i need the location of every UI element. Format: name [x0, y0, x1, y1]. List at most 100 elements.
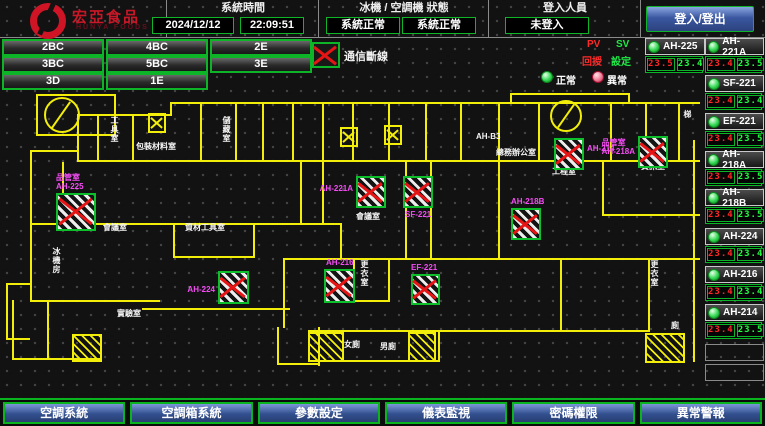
floor-plan: 品管室 AH-225 AH-221A SF-221 AH-214 品管室 AH-… [0, 90, 765, 396]
room-label: 冰機房 [52, 247, 61, 274]
wall-line [538, 102, 540, 162]
device-tag-label: AH-216 [326, 258, 354, 267]
wall-line [602, 160, 604, 216]
spiral-stair-icon [44, 97, 80, 133]
room-label: 廁 [671, 321, 679, 330]
wall-line [353, 300, 390, 302]
equipment-button-ah-221a[interactable]: AH-221A [705, 38, 764, 55]
wall-line [6, 338, 30, 340]
wall-line [292, 102, 294, 162]
wall-line [253, 223, 255, 258]
comm-loss-icon [324, 269, 355, 303]
spiral-stair-icon [550, 100, 582, 132]
wall-line [602, 214, 700, 216]
wall-line [425, 102, 427, 162]
plan-device-ef-221[interactable]: EF-221 [411, 274, 440, 305]
wall-line [277, 327, 279, 365]
wall-line [498, 160, 500, 258]
room-label: 更衣室 [360, 260, 369, 287]
pv-value: 23.4 [707, 58, 735, 71]
equipment-name: AH-221A [722, 36, 761, 58]
nav-button-password-auth[interactable]: 密碼權限 [512, 402, 634, 424]
wall-line [300, 160, 302, 225]
plan-device-ah-224[interactable]: AH-224 [218, 271, 249, 304]
wall-line [262, 102, 264, 162]
room-label: 總務辦公室 [496, 148, 536, 157]
room-label: 實驗室 [117, 309, 141, 318]
damper-icon [148, 113, 166, 133]
stair-hatch [408, 332, 436, 362]
plan-device-ah-218b[interactable]: AH-218B [511, 208, 541, 240]
floor-button-4bc[interactable]: 4BC [106, 39, 208, 56]
sv-value: 23.5 [737, 58, 765, 71]
floor-button-5bc[interactable]: 5BC [106, 56, 208, 73]
room-label: 梯 [683, 110, 692, 119]
device-tag-label: AH-225 [56, 182, 84, 191]
nav-button-alarm[interactable]: 異常警報 [640, 402, 762, 424]
stair-hatch [645, 333, 685, 363]
device-tag-label: AH-221A [320, 184, 353, 193]
device-tag-label: AH-224 [187, 285, 215, 294]
header-separator [488, 0, 489, 37]
floor-button-3d[interactable]: 3D [2, 73, 104, 90]
comm-loss-icon [511, 208, 541, 240]
nav-button-param-setting[interactable]: 參數設定 [258, 402, 380, 424]
room-label: 包裝材料室 [136, 142, 176, 151]
wall-line [510, 93, 630, 95]
device-tag-label: EF-221 [411, 263, 437, 272]
pv-name-label: 回授 [582, 53, 602, 68]
wall-line [36, 134, 116, 136]
comm-loss-legend-icon [312, 42, 340, 68]
plan-device-ah-218a[interactable]: 品管室 AH-218A [638, 136, 668, 168]
nav-button-ac-system[interactable]: 空調系統 [3, 402, 125, 424]
wall-line [36, 94, 116, 96]
wall-line [200, 102, 202, 162]
wall-line [235, 102, 237, 162]
comm-loss-icon [403, 176, 433, 208]
wall-line [460, 102, 462, 162]
ahu-status-value: 系統正常 [402, 17, 476, 34]
floor-button-1e[interactable]: 1E [106, 73, 208, 90]
wall-line [693, 140, 695, 362]
wall-line [36, 94, 38, 136]
wall-line [47, 300, 49, 360]
nav-button-meter-monitor[interactable]: 儀表監視 [385, 402, 507, 424]
comm-loss-icon [356, 176, 386, 208]
wall-line [340, 223, 342, 260]
comm-loss-icon [554, 138, 584, 170]
header-separator [318, 0, 319, 37]
floor-button-2bc[interactable]: 2BC [2, 39, 104, 56]
sv-header-label: SV [616, 39, 629, 50]
nav-button-ahu-system[interactable]: 空調箱系統 [130, 402, 252, 424]
plan-device-ah-216[interactable]: AH-216 [324, 269, 355, 303]
normal-legend-label: 正常 [556, 72, 576, 87]
login-user-label: 登入人員 [490, 2, 640, 15]
wall-line [438, 330, 650, 332]
wall-line [6, 283, 30, 285]
comm-loss-icon [56, 193, 96, 231]
wall-line [678, 102, 680, 162]
login-logout-button[interactable]: 登入/登出 [646, 6, 754, 32]
system-time-label: 系統時間 [168, 2, 318, 15]
wall-line [6, 283, 8, 340]
floor-button-3bc[interactable]: 3BC [2, 56, 104, 73]
floor-button-2e[interactable]: 2E [210, 39, 312, 56]
device-tag-label: AH-218B [511, 197, 544, 206]
device-tag-label: SF-221 [405, 210, 431, 219]
plan-device-ah-221a[interactable]: AH-221A [356, 176, 386, 208]
stair-hatch [72, 334, 102, 362]
plan-device-ah-225[interactable]: 品管室 AH-225 [56, 193, 96, 231]
sv-name-label: 設定 [611, 53, 631, 68]
system-time-value: 22:09:51 [240, 17, 304, 34]
room-label: 男廁 [380, 342, 396, 351]
floor-button-3e[interactable]: 3E [210, 56, 312, 73]
wall-line [388, 258, 390, 302]
equipment-button-ah-225[interactable]: AH-225 [645, 38, 705, 55]
plan-device-ah-214[interactable]: AH-214 [554, 138, 584, 170]
wall-line [322, 102, 324, 162]
machine-status-label: 冰機 / 空調機 狀態 [320, 2, 488, 15]
wall-line [277, 363, 320, 365]
wall-line [97, 114, 99, 162]
damper-icon [384, 125, 402, 145]
plan-device-sf-221[interactable]: SF-221 [403, 176, 433, 208]
